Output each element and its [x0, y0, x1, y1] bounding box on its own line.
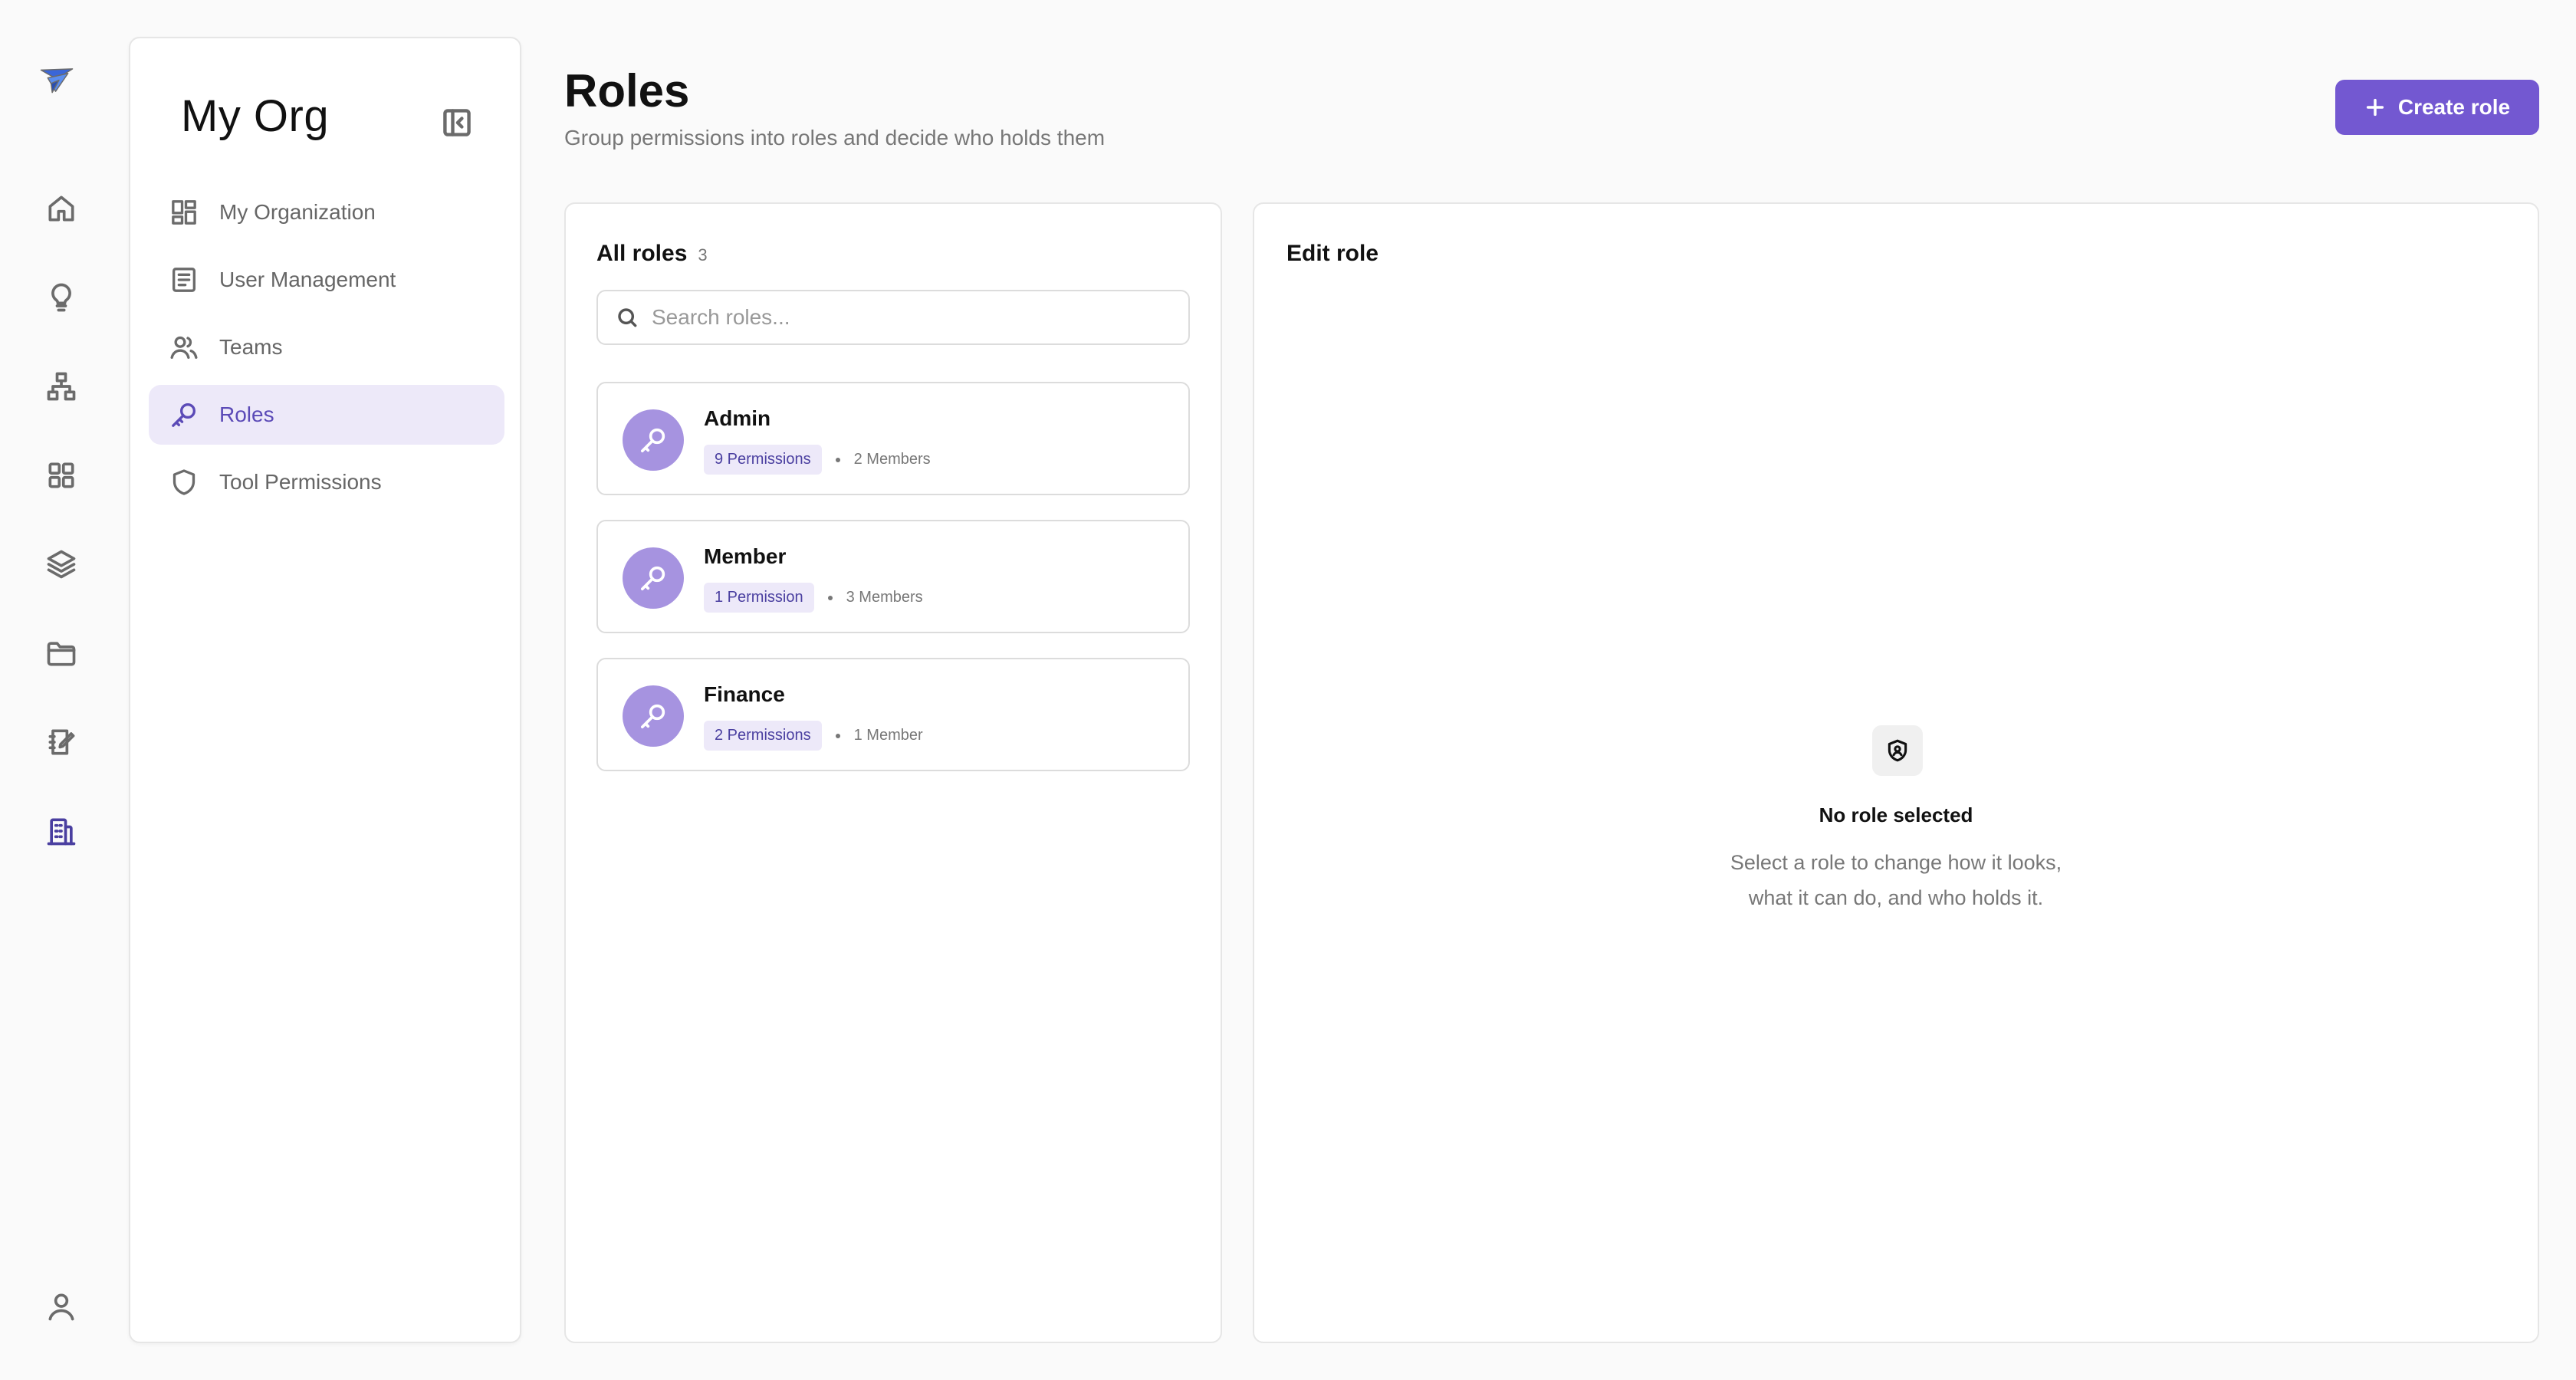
roles-list-title: All roles — [596, 241, 688, 266]
icon-rail — [0, 0, 123, 1380]
dashboard-icon — [149, 182, 219, 242]
sidebar-item-label: Tool Permissions — [219, 470, 382, 494]
users-icon — [149, 317, 219, 377]
page-title: Roles — [564, 65, 690, 117]
plus-icon — [2366, 98, 2384, 117]
org-title: My Org — [181, 91, 330, 141]
sidebar-item-tool-permissions[interactable]: Tool Permissions — [149, 452, 504, 512]
roles-list-header: All roles 3 — [596, 241, 708, 267]
permissions-badge: 1 Permission — [704, 583, 814, 613]
layers-icon[interactable] — [38, 541, 84, 587]
create-role-button[interactable]: Create role — [2335, 80, 2539, 135]
members-count: 2 Members — [853, 451, 931, 468]
roles-count: 3 — [698, 245, 708, 264]
separator-dot — [835, 457, 840, 462]
search-box[interactable] — [596, 290, 1190, 345]
sidebar-item-label: My Organization — [219, 200, 376, 224]
hierarchy-icon[interactable] — [38, 363, 84, 409]
edit-role-panel: Edit role No role selected Select a role… — [1253, 202, 2539, 1343]
key-icon — [149, 385, 219, 445]
building-icon[interactable] — [38, 808, 84, 854]
search-icon — [618, 308, 637, 327]
create-role-label: Create role — [2397, 95, 2511, 119]
app-logo[interactable] — [40, 64, 86, 104]
sidebar-item-user-management[interactable]: User Management — [149, 250, 504, 310]
role-meta: 9 Permissions 2 Members — [704, 445, 931, 475]
sidebar-item-my-organization[interactable]: My Organization — [149, 182, 504, 242]
empty-state-title: No role selected — [1819, 803, 1973, 826]
key-icon — [641, 428, 665, 452]
sidebar-item-label: User Management — [219, 268, 396, 291]
search-input[interactable] — [652, 305, 1173, 330]
collapse-sidebar-icon[interactable] — [435, 101, 478, 144]
role-card-finance[interactable]: Finance 2 Permissions 1 Member — [596, 658, 1190, 771]
empty-state-line: what it can do, and who holds it. — [1748, 886, 2044, 909]
role-avatar — [623, 547, 684, 609]
empty-state-description: Select a role to change how it looks, wh… — [1254, 845, 2538, 915]
separator-dot — [835, 733, 840, 738]
sidebar-item-roles[interactable]: Roles — [149, 385, 504, 445]
separator-dot — [827, 595, 833, 600]
role-avatar — [623, 409, 684, 471]
sidebar-item-label: Roles — [219, 402, 274, 426]
role-card-admin[interactable]: Admin 9 Permissions 2 Members — [596, 382, 1190, 495]
role-card-member[interactable]: Member 1 Permission 3 Members — [596, 520, 1190, 633]
key-icon — [641, 566, 665, 590]
page-subtitle: Group permissions into roles and decide … — [564, 126, 1106, 150]
lightbulb-icon[interactable] — [38, 274, 84, 320]
user-icon[interactable] — [38, 1283, 84, 1329]
key-icon — [641, 704, 665, 728]
grid-icon[interactable] — [38, 452, 84, 498]
members-count: 1 Member — [853, 727, 923, 744]
sidebar-item-teams[interactable]: Teams — [149, 317, 504, 377]
org-sidebar: My Org My Organization User Management T… — [129, 37, 521, 1343]
role-name: Finance — [704, 682, 785, 706]
empty-state-line: Select a role to change how it looks, — [1730, 851, 2062, 874]
role-name: Member — [704, 544, 787, 568]
permissions-badge: 9 Permissions — [704, 445, 822, 475]
members-count: 3 Members — [846, 589, 923, 606]
folder-icon[interactable] — [38, 630, 84, 676]
notebook-icon[interactable] — [38, 719, 84, 765]
sidebar-item-label: Teams — [219, 335, 283, 359]
shield-icon — [149, 452, 219, 512]
role-name: Admin — [704, 406, 771, 430]
list-icon — [149, 250, 219, 310]
role-meta: 1 Permission 3 Members — [704, 583, 923, 613]
role-meta: 2 Permissions 1 Member — [704, 721, 923, 751]
edit-role-title: Edit role — [1286, 241, 1379, 266]
permissions-badge: 2 Permissions — [704, 721, 822, 751]
role-avatar — [623, 685, 684, 747]
shield-user-icon — [1872, 725, 1923, 776]
home-icon[interactable] — [38, 186, 84, 232]
roles-list-panel: All roles 3 Admin 9 Permissions 2 Member… — [564, 202, 1222, 1343]
